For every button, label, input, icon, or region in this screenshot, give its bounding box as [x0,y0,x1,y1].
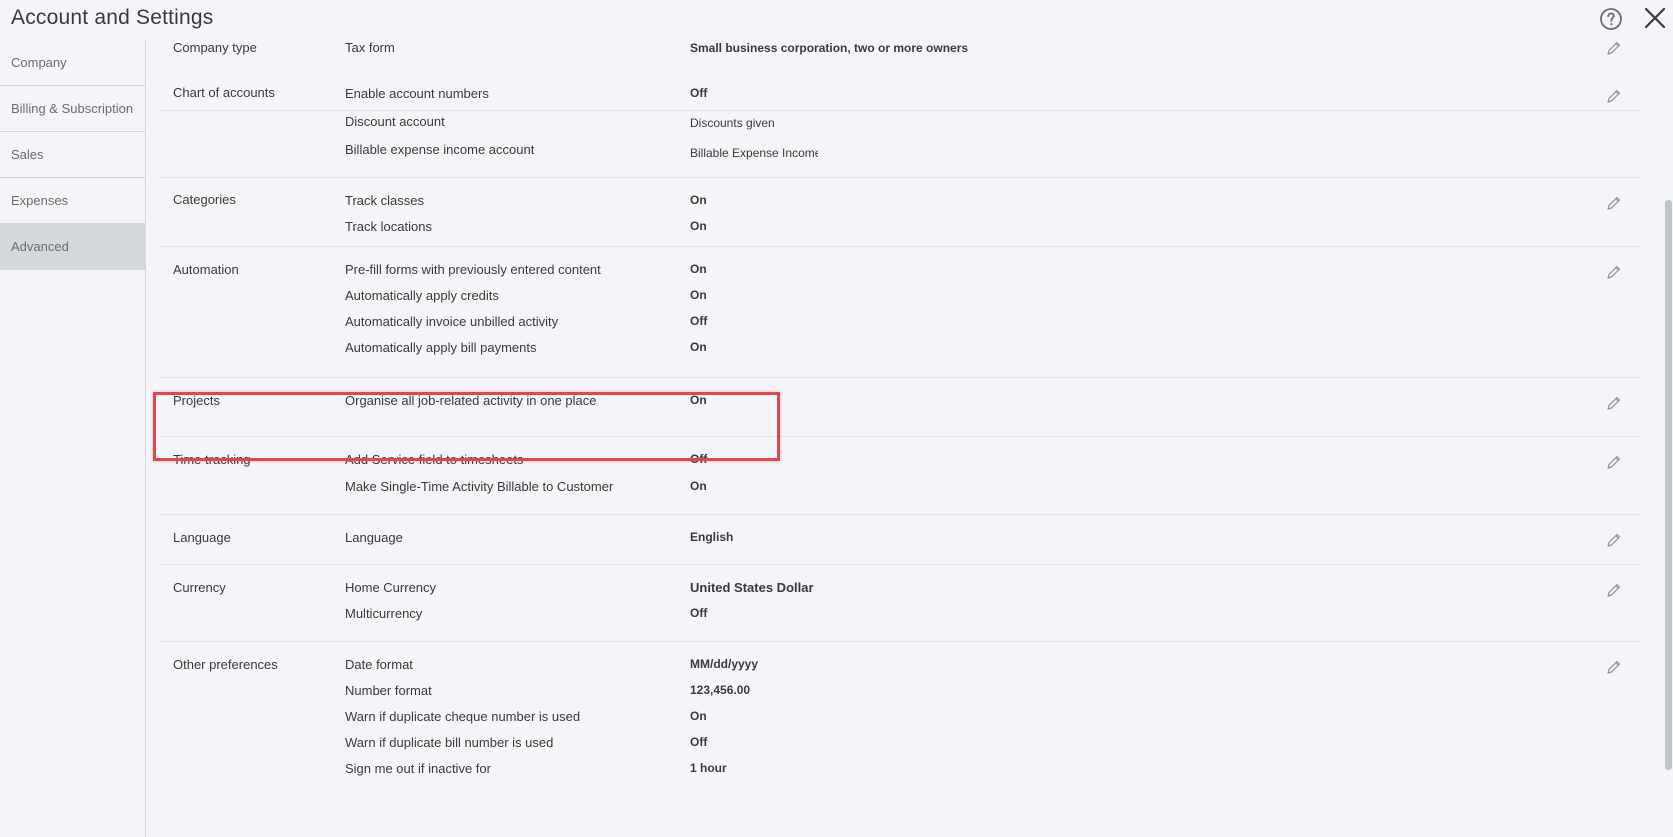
pencil-icon[interactable] [1606,454,1622,470]
header: Account and Settings [0,0,1673,40]
section-name: Currency [173,580,226,595]
pencil-icon[interactable] [1606,659,1622,675]
section-name: Automation [173,262,239,277]
row-value: Small business corporation, two or more … [690,41,969,55]
section-name: Chart of accounts [173,85,275,100]
row-label: Tax form [345,40,395,55]
row-label: Sign me out if inactive for [345,761,491,776]
pencil-icon[interactable] [1606,264,1622,280]
help-icon[interactable] [1599,7,1623,31]
row-value: On [690,288,707,302]
row-label: Automatically invoice unbilled activity [345,314,559,329]
section-name: Language [173,530,231,545]
clipped-value: Billable Expense Income [690,144,818,162]
pencil-icon[interactable] [1606,88,1622,104]
row-value: English [690,530,734,544]
row-label: Home Currency [345,580,437,595]
row-value: On [690,340,707,354]
row-label: Make Single-Time Activity Billable to Cu… [345,479,614,494]
row-value: Off [690,735,708,749]
row-value: On [690,262,707,276]
sidebar-item-company[interactable]: Company [0,40,145,86]
row-label: Billable expense income account [345,142,535,157]
sidebar-item-sales[interactable]: Sales [0,132,145,178]
sidebar-item-advanced[interactable]: Advanced [0,224,145,270]
row-value: Discounts given [690,116,775,130]
row-label: Automatically apply bill payments [345,340,537,355]
section-chart-of-accounts: Chart of accounts Enable account numbers… [160,71,1640,178]
section-name: Company type [173,40,257,55]
row-label: Language [345,530,403,545]
row-label: Enable account numbers [345,86,489,101]
sidebar-item-expenses[interactable]: Expenses [0,178,145,224]
scrollbar-thumb[interactable] [1665,200,1672,770]
row-value: 1 hour [690,761,727,775]
section-name: Other preferences [173,657,278,672]
row-label: Discount account [345,114,445,129]
row-value: On [690,479,707,493]
pencil-icon[interactable] [1606,582,1622,598]
section-name: Categories [173,192,236,207]
projects-highlight-box [153,392,780,461]
row-value: Off [690,606,708,620]
row-label: Warn if duplicate bill number is used [345,735,554,750]
row-value: On [690,193,707,207]
pencil-icon[interactable] [1606,195,1622,211]
pencil-icon[interactable] [1606,40,1622,56]
section-language: Language Language English [160,515,1640,565]
row-label: Pre-fill forms with previously entered c… [345,262,601,277]
row-value: 123,456.00 [690,683,751,697]
section-currency: Currency Home Currency United States Dol… [160,565,1640,642]
row-label: Automatically apply credits [345,288,499,303]
row-value: United States Dollar [690,580,814,595]
row-value: MM/dd/yyyy [690,657,759,671]
settings-sidebar: Company Billing & Subscription Sales Exp… [0,40,146,837]
row-label: Number format [345,683,432,698]
row-label: Multicurrency [345,606,423,621]
row-label: Track locations [345,219,432,234]
row-label: Date format [345,657,413,672]
pencil-icon[interactable] [1606,395,1622,411]
row-value: Billable Expense Income [690,146,818,160]
pencil-icon[interactable] [1606,532,1622,548]
row-value: On [690,219,707,233]
sidebar-item-billing-subscription[interactable]: Billing & Subscription [0,86,145,132]
page-title: Account and Settings [11,6,214,29]
section-other-preferences: Other preferences Date format MM/dd/yyyy… [160,642,1640,837]
row-value: Off [690,314,708,328]
row-label: Track classes [345,193,424,208]
row-value: On [690,709,707,723]
row-value: Off [690,86,708,100]
section-categories: Categories Track classes On Track locati… [160,178,1640,247]
row-label: Warn if duplicate cheque number is used [345,709,581,724]
close-icon[interactable] [1642,5,1668,31]
section-automation: Automation Pre-fill forms with previousl… [160,247,1640,378]
